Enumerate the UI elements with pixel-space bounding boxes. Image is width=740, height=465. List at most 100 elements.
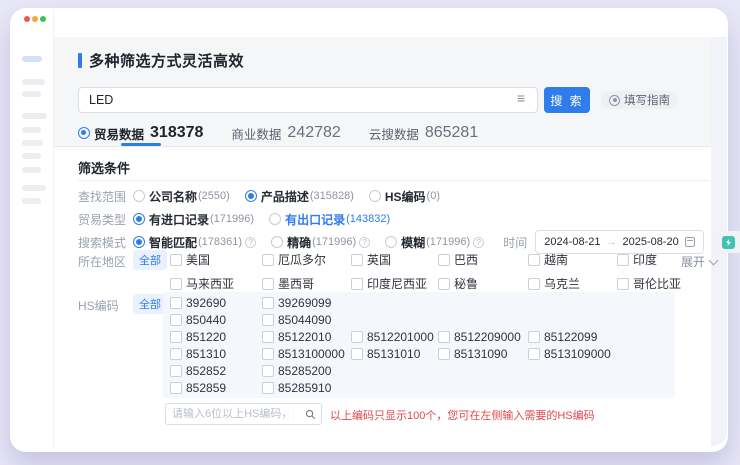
tab-1[interactable]: 贸易数据318378: [78, 120, 203, 146]
expand-toggle[interactable]: 展开: [681, 253, 717, 270]
region-checkbox-item[interactable]: 美国: [170, 251, 262, 268]
region-checkbox-item[interactable]: 哥伦比亚: [617, 275, 687, 292]
checkbox-icon: [528, 278, 540, 290]
region-checkbox-item[interactable]: 马来西亚: [170, 275, 262, 292]
checkbox-icon: [170, 348, 182, 360]
tab-label: 商业数据: [231, 124, 281, 143]
hs-code-item[interactable]: 85122010: [262, 330, 351, 344]
fill-guide-button[interactable]: 填写指南: [601, 91, 678, 109]
hs-code-item[interactable]: 85131010: [351, 347, 438, 361]
hs-code-item[interactable]: 851220: [170, 330, 262, 344]
radio-selected-icon: [245, 190, 257, 202]
hs-code-item[interactable]: 85122099: [528, 330, 617, 344]
region-all-pill[interactable]: 全部: [133, 250, 167, 270]
hs-code-label: 85131090: [454, 347, 507, 361]
region-checkbox-item[interactable]: 英国: [351, 251, 438, 268]
radio-option[interactable]: 公司名称(2550): [133, 188, 230, 205]
sidebar-skeleton-item: [22, 167, 41, 173]
hs-code-label: 8513109000: [544, 347, 611, 361]
hs-code-item[interactable]: 8513109000: [528, 347, 617, 361]
quick-options-button[interactable]: 快捷选项: [714, 231, 740, 253]
region-label: 英国: [367, 251, 391, 268]
checkbox-icon: [351, 278, 363, 290]
hs-code-item[interactable]: 852859: [170, 381, 262, 395]
checkbox-icon: [262, 254, 274, 266]
hs-code-label: 85122099: [544, 330, 597, 344]
hs-code-row: 852852 85285200: [170, 365, 617, 377]
hs-code-row: 852859 85285910: [170, 382, 617, 394]
window-close-button[interactable]: [24, 16, 30, 22]
filter-row-label: 查找范围: [78, 188, 133, 205]
hscode-search-button[interactable]: [300, 403, 322, 425]
region-checkbox-item[interactable]: 乌克兰: [528, 275, 617, 292]
option-count: (171996): [210, 213, 254, 225]
region-grid: 美国厄瓜多尔英国 巴西越南印度马来西亚墨西哥印度尼西亚秘鲁乌克兰哥伦比亚: [170, 251, 687, 292]
hs-code-label: 85131010: [367, 347, 420, 361]
radio-option[interactable]: 产品描述(315828): [245, 188, 354, 205]
radio-icon: [369, 190, 381, 202]
hs-code-item[interactable]: 85044090: [262, 313, 351, 327]
hs-code-item[interactable]: 850440: [170, 313, 262, 327]
checkbox-icon: [262, 331, 274, 343]
region-checkbox-item[interactable]: 印度尼西亚: [351, 275, 438, 292]
hs-code-item[interactable]: 85285910: [262, 381, 351, 395]
region-checkbox-item[interactable]: 越南: [528, 251, 617, 268]
region-checkbox-item[interactable]: 墨西哥: [262, 275, 351, 292]
radio-option[interactable]: 有进口记录(171996): [133, 211, 254, 228]
radio-icon: [271, 236, 283, 248]
filter-lines-icon[interactable]: ≡: [517, 91, 525, 105]
radio-option[interactable]: 智能匹配(178361)?: [133, 234, 256, 251]
search-button[interactable]: 搜 索: [544, 87, 590, 113]
radio-icon: [269, 213, 281, 225]
region-checkbox-item[interactable]: 秘鲁: [438, 275, 528, 292]
bolt-icon: [722, 236, 735, 249]
hs-code-item[interactable]: 85285200: [262, 364, 351, 378]
window-zoom-button[interactable]: [40, 16, 46, 22]
radio-option[interactable]: HS编码(0): [369, 188, 440, 205]
checkbox-icon: [438, 348, 450, 360]
fill-guide-label: 填写指南: [624, 92, 670, 108]
hs-code-item[interactable]: 851310: [170, 347, 262, 361]
checkbox-icon: [170, 254, 182, 266]
tab-count: 865281: [425, 124, 478, 142]
info-icon[interactable]: ?: [245, 237, 256, 248]
hs-code-item[interactable]: 852852: [170, 364, 262, 378]
search-input[interactable]: [78, 87, 538, 113]
hs-code-item[interactable]: 8512201000: [351, 330, 438, 344]
info-icon[interactable]: ?: [359, 237, 370, 248]
hs-code-row: 851310 8513100000 85131010 85131090 85131090…: [170, 348, 617, 360]
radio-option[interactable]: 模糊(171996)?: [385, 234, 484, 251]
checkbox-icon: [617, 254, 629, 266]
hs-code-label: 85285910: [278, 381, 331, 395]
region-checkbox-item[interactable]: 巴西: [438, 251, 528, 268]
expand-label: 展开: [681, 253, 705, 270]
sidebar-skeleton-item: [22, 79, 45, 85]
sidebar-skeleton-item: [22, 91, 41, 97]
region-checkbox-item[interactable]: 厄瓜多尔: [262, 251, 351, 268]
checkbox-icon: [262, 348, 274, 360]
hs-code-item[interactable]: 39269099: [262, 296, 351, 310]
hs-code-label: 85285200: [278, 364, 331, 378]
sidebar-skeleton-item: [22, 127, 41, 133]
hscode-all-pill[interactable]: 全部: [133, 294, 167, 314]
hs-code-label: 85044090: [278, 313, 331, 327]
hscode-note: 以上编码只显示100个，您可在左侧输入需要的HS编码: [330, 407, 595, 423]
region-checkbox-item[interactable]: 印度: [617, 251, 687, 268]
info-icon[interactable]: ?: [473, 237, 484, 248]
hscode-input[interactable]: [165, 403, 301, 425]
hs-code-item[interactable]: 85131090: [438, 347, 528, 361]
window-minimize-button[interactable]: [32, 16, 38, 22]
time-label: 时间: [503, 234, 527, 251]
hs-code-item[interactable]: 8513100000: [262, 347, 351, 361]
checkbox-icon: [170, 314, 182, 326]
hs-code-label: 8513100000: [278, 347, 345, 361]
filter-row-2: 贸易类型有进口记录(171996)有出口记录(143832): [78, 210, 405, 228]
tab-2[interactable]: 商业数据242782: [231, 120, 340, 146]
hs-code-item[interactable]: 8512209000: [438, 330, 528, 344]
radio-option[interactable]: 精确(171996)?: [271, 234, 370, 251]
radio-option[interactable]: 有出口记录(143832): [269, 211, 390, 228]
sidebar-skeleton-item: [22, 198, 41, 204]
hscode-grid: 3926903926909985044085044090851220851220…: [170, 297, 617, 394]
tab-3[interactable]: 云搜数据865281: [369, 120, 478, 146]
hs-code-item[interactable]: 392690: [170, 296, 262, 310]
